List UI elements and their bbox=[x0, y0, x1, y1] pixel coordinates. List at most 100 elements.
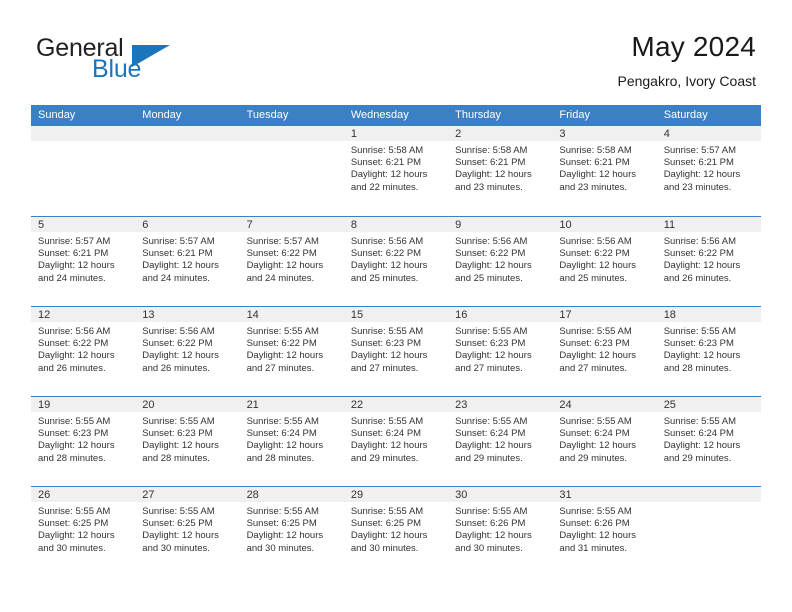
day-detail-line: Sunset: 6:23 PM bbox=[559, 338, 630, 350]
day-detail-line: and 26 minutes. bbox=[663, 272, 732, 284]
day-detail-line: Sunset: 6:25 PM bbox=[38, 518, 109, 530]
day-detail-line: and 29 minutes. bbox=[350, 452, 419, 464]
day-cell-14[interactable]: 14 Sunrise: 5:55 AM Sunset: 6:22 PM Dayligh… bbox=[239, 307, 344, 396]
day-cell-4[interactable]: 4 Sunrise: 5:57 AM Sunset: 6:21 PM Daylight… bbox=[656, 126, 761, 216]
day-cell-7[interactable]: 7 Sunrise: 5:57 AM Sunset: 6:22 PM Daylight… bbox=[239, 217, 344, 306]
day-cell-28[interactable]: 28 Sunrise: 5:55 AM Sunset: 6:25 PM Dayligh… bbox=[239, 487, 344, 576]
day-cell-22[interactable]: 22 Sunrise: 5:55 AM Sunset: 6:24 PM Dayligh… bbox=[343, 397, 449, 486]
day-detail-line: Daylight: 12 hours bbox=[350, 440, 428, 452]
day-cell-8[interactable]: 8 Sunrise: 5:56 AM Sunset: 6:22 PM Daylight… bbox=[343, 217, 449, 306]
day-detail-line: Sunrise: 5:55 AM bbox=[455, 326, 528, 337]
day-details: Sunrise: 5:55 AM Sunset: 6:25 PM Daylight:… bbox=[344, 502, 448, 555]
day-detail-line: Daylight: 12 hours bbox=[350, 260, 428, 272]
day-cell-21[interactable]: 21 Sunrise: 5:55 AM Sunset: 6:24 PM Dayligh… bbox=[239, 397, 344, 486]
day-number-band bbox=[343, 217, 449, 232]
day-details: Sunrise: 5:56 AM Sunset: 6:22 PM Daylight:… bbox=[31, 322, 135, 375]
day-detail-line: Daylight: 12 hours bbox=[663, 260, 741, 272]
logo-text-blue: Blue bbox=[92, 55, 142, 83]
day-detail-line: and 30 minutes. bbox=[142, 542, 210, 554]
calendar-body: 1 Sunrise: 5:58 AM Sunset: 6:21 PM Daylight… bbox=[31, 126, 761, 576]
day-details: Sunrise: 5:55 AM Sunset: 6:24 PM Daylight:… bbox=[448, 412, 552, 465]
calendar-week-row: 5 Sunrise: 5:57 AM Sunset: 6:21 PM Daylight… bbox=[31, 216, 761, 306]
day-detail-line: Sunrise: 5:55 AM bbox=[142, 416, 215, 427]
day-detail-line: Daylight: 12 hours bbox=[559, 440, 636, 452]
day-cell-16[interactable]: 16 Sunrise: 5:55 AM Sunset: 6:23 PM Dayligh… bbox=[448, 307, 553, 396]
day-detail-line: Daylight: 12 hours bbox=[455, 530, 532, 542]
general-blue-logo[interactable]: General Blue bbox=[36, 36, 206, 88]
day-cell-18[interactable]: 18 Sunrise: 5:55 AM Sunset: 6:23 PM Dayligh… bbox=[656, 307, 761, 396]
day-detail-line: Sunrise: 5:57 AM bbox=[142, 236, 215, 247]
day-cell-25[interactable]: 25 Sunrise: 5:55 AM Sunset: 6:24 PM Dayligh… bbox=[656, 397, 761, 486]
day-number: 13 bbox=[142, 309, 155, 321]
day-cell-15[interactable]: 15 Sunrise: 5:55 AM Sunset: 6:23 PM Dayligh… bbox=[343, 307, 449, 396]
day-cell-3[interactable]: 3 Sunrise: 5:58 AM Sunset: 6:21 PM Daylight… bbox=[552, 126, 657, 216]
day-cell-23[interactable]: 23 Sunrise: 5:55 AM Sunset: 6:24 PM Dayligh… bbox=[448, 397, 553, 486]
day-cell-24[interactable]: 24 Sunrise: 5:55 AM Sunset: 6:24 PM Dayligh… bbox=[552, 397, 657, 486]
day-detail-line: Sunrise: 5:55 AM bbox=[350, 506, 424, 517]
day-cell-2[interactable]: 2 Sunrise: 5:58 AM Sunset: 6:21 PM Daylight… bbox=[448, 126, 553, 216]
day-cell-31[interactable]: 31 Sunrise: 5:55 AM Sunset: 6:26 PM Dayligh… bbox=[552, 487, 657, 576]
day-details: Sunrise: 5:55 AM Sunset: 6:26 PM Daylight:… bbox=[552, 502, 656, 555]
weekday-header-monday: Monday bbox=[142, 109, 182, 121]
day-detail-line: and 30 minutes. bbox=[38, 542, 106, 554]
day-number: 23 bbox=[455, 399, 468, 411]
day-detail-line: Sunrise: 5:55 AM bbox=[142, 506, 215, 517]
day-detail-line: Sunrise: 5:55 AM bbox=[246, 506, 319, 517]
day-cell-26[interactable]: 26 Sunrise: 5:55 AM Sunset: 6:25 PM Dayligh… bbox=[31, 487, 136, 576]
day-detail-line: Sunset: 6:21 PM bbox=[142, 248, 213, 260]
day-details: Sunrise: 5:57 AM Sunset: 6:21 PM Daylight:… bbox=[31, 232, 135, 285]
day-number: 31 bbox=[559, 489, 572, 501]
day-detail-line: Sunrise: 5:55 AM bbox=[559, 326, 632, 337]
day-number: 10 bbox=[559, 219, 572, 231]
day-detail-line: Sunset: 6:23 PM bbox=[142, 428, 213, 440]
day-detail-line: Sunrise: 5:55 AM bbox=[38, 416, 111, 427]
day-cell-10[interactable]: 10 Sunrise: 5:56 AM Sunset: 6:22 PM Dayligh… bbox=[552, 217, 657, 306]
day-cell-13[interactable]: 13 Sunrise: 5:56 AM Sunset: 6:22 PM Dayligh… bbox=[135, 307, 240, 396]
day-detail-line: Sunrise: 5:55 AM bbox=[350, 416, 424, 427]
day-cell-6[interactable]: 6 Sunrise: 5:57 AM Sunset: 6:21 PM Daylight… bbox=[135, 217, 240, 306]
day-detail-line: Daylight: 12 hours bbox=[455, 169, 532, 181]
day-number: 12 bbox=[38, 309, 51, 321]
day-detail-line: and 31 minutes. bbox=[559, 542, 628, 554]
day-detail-line: and 25 minutes. bbox=[350, 272, 419, 284]
day-detail-line: Daylight: 12 hours bbox=[350, 530, 428, 542]
day-cell-1[interactable]: 1 Sunrise: 5:58 AM Sunset: 6:21 PM Daylight… bbox=[343, 126, 449, 216]
day-detail-line: Sunset: 6:23 PM bbox=[663, 338, 734, 350]
day-detail-line: Sunrise: 5:57 AM bbox=[663, 145, 737, 156]
day-cell-29[interactable]: 29 Sunrise: 5:55 AM Sunset: 6:25 PM Dayligh… bbox=[343, 487, 449, 576]
day-cell-12[interactable]: 12 Sunrise: 5:56 AM Sunset: 6:22 PM Dayligh… bbox=[31, 307, 136, 396]
weekday-header-tuesday: Tuesday bbox=[246, 109, 289, 121]
day-number: 6 bbox=[142, 219, 149, 231]
day-cell-11[interactable]: 11 Sunrise: 5:56 AM Sunset: 6:22 PM Dayligh… bbox=[656, 217, 761, 306]
day-detail-line: Sunset: 6:25 PM bbox=[246, 518, 317, 530]
day-cell-17[interactable]: 17 Sunrise: 5:55 AM Sunset: 6:23 PM Dayligh… bbox=[552, 307, 657, 396]
day-cell-20[interactable]: 20 Sunrise: 5:55 AM Sunset: 6:23 PM Dayligh… bbox=[135, 397, 240, 486]
weekday-header-sunday: Sunday bbox=[38, 109, 76, 121]
day-number-band bbox=[135, 217, 240, 232]
day-cell-30[interactable]: 30 Sunrise: 5:55 AM Sunset: 6:26 PM Dayligh… bbox=[448, 487, 553, 576]
day-detail-line: Daylight: 12 hours bbox=[246, 260, 324, 272]
day-cell-5[interactable]: 5 Sunrise: 5:57 AM Sunset: 6:21 PM Daylight… bbox=[31, 217, 136, 306]
day-number-band bbox=[239, 126, 344, 141]
day-detail-line: Sunset: 6:22 PM bbox=[455, 248, 526, 260]
day-number: 15 bbox=[350, 309, 364, 321]
day-detail-line: and 24 minutes. bbox=[142, 272, 210, 284]
day-cell-27[interactable]: 27 Sunrise: 5:55 AM Sunset: 6:25 PM Dayligh… bbox=[135, 487, 240, 576]
day-detail-line: and 27 minutes. bbox=[455, 362, 523, 374]
day-details: Sunrise: 5:55 AM Sunset: 6:23 PM Daylight:… bbox=[135, 412, 239, 465]
day-cell-19[interactable]: 19 Sunrise: 5:55 AM Sunset: 6:23 PM Dayligh… bbox=[31, 397, 136, 486]
day-detail-line: Daylight: 12 hours bbox=[38, 440, 115, 452]
day-detail-line: Sunset: 6:22 PM bbox=[38, 338, 109, 350]
day-number-band bbox=[448, 126, 553, 141]
day-cell-9[interactable]: 9 Sunrise: 5:56 AM Sunset: 6:22 PM Daylight… bbox=[448, 217, 553, 306]
calendar-week-row: 19 Sunrise: 5:55 AM Sunset: 6:23 PM Dayligh… bbox=[31, 396, 761, 486]
day-detail-line: Daylight: 12 hours bbox=[38, 260, 115, 272]
day-details: Sunrise: 5:55 AM Sunset: 6:23 PM Daylight:… bbox=[448, 322, 552, 375]
day-detail-line: Sunrise: 5:58 AM bbox=[350, 145, 424, 156]
day-detail-line: Sunset: 6:23 PM bbox=[38, 428, 109, 440]
day-detail-line: Daylight: 12 hours bbox=[246, 350, 324, 362]
day-number: 14 bbox=[246, 309, 259, 321]
day-detail-line: Sunrise: 5:56 AM bbox=[455, 236, 528, 247]
page-subtitle: Pengakro, Ivory Coast bbox=[617, 73, 756, 89]
day-number: 4 bbox=[663, 128, 670, 140]
